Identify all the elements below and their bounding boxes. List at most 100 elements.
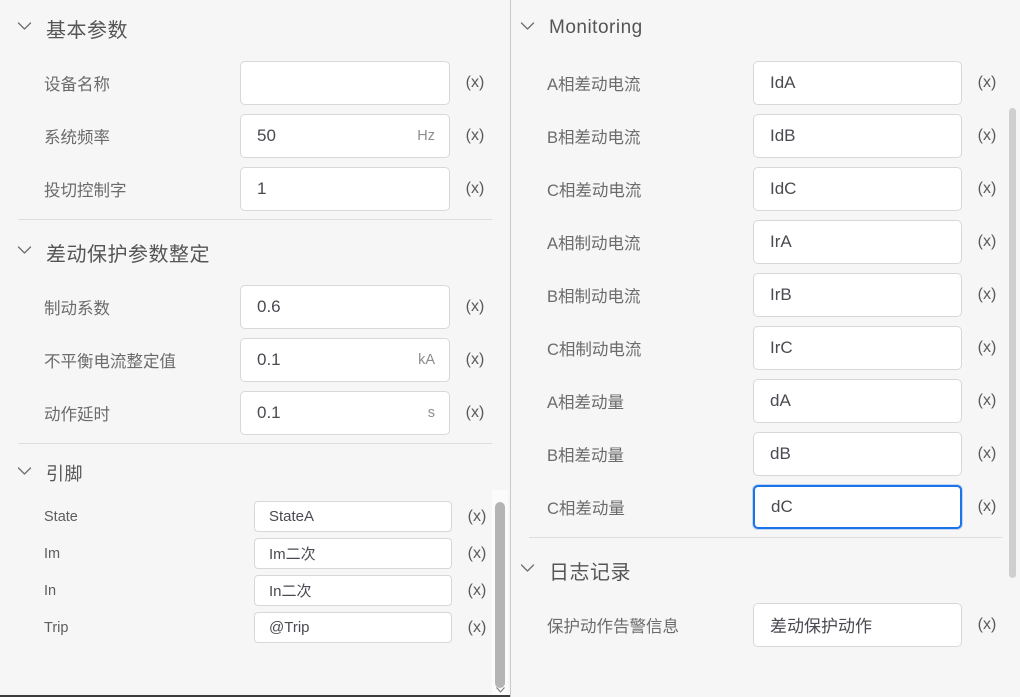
expression-toggle-icon[interactable]: (x): [970, 127, 1004, 145]
chevron-down-icon[interactable]: [520, 21, 535, 36]
property-input-value: dA: [770, 390, 791, 410]
property-input-value: IdC: [770, 178, 797, 198]
scrollbar-thumb[interactable]: [1009, 108, 1016, 578]
property-field-wrapper: IdB (x): [753, 113, 1004, 158]
property-input[interactable]: 1: [240, 166, 450, 211]
property-input-value: IrA: [770, 231, 792, 251]
section-title: 日志记录: [549, 561, 631, 584]
property-input[interactable]: 差动保护动作: [753, 602, 962, 647]
expression-toggle-icon[interactable]: (x): [970, 445, 1004, 463]
property-input[interactable]: 0.1 kA: [240, 337, 450, 382]
expression-toggle-icon[interactable]: (x): [970, 286, 1004, 304]
expression-toggle-icon[interactable]: (x): [970, 180, 1004, 198]
property-unit-label: Hz: [417, 127, 435, 144]
expression-toggle-icon[interactable]: (x): [458, 404, 492, 422]
property-input-value: In二次: [269, 583, 312, 600]
property-row: C相制动电流 IrC (x): [511, 321, 1020, 374]
property-input-value: 差动保护动作: [770, 617, 872, 636]
property-field-wrapper: IrA (x): [753, 219, 1004, 264]
property-label: Trip: [44, 619, 69, 636]
expression-toggle-icon[interactable]: (x): [460, 545, 494, 563]
section-header[interactable]: 差动保护参数整定: [0, 224, 510, 280]
section-header[interactable]: 日志记录: [511, 542, 1020, 598]
section-header[interactable]: Monitoring: [511, 0, 1020, 56]
property-row: 不平衡电流整定值 0.1 kA (x): [0, 333, 510, 386]
property-field-wrapper: 0.1 s (x): [240, 390, 492, 435]
right-panel-scrollbar[interactable]: [1004, 0, 1020, 697]
chevron-down-icon[interactable]: [17, 245, 32, 260]
expression-toggle-icon[interactable]: (x): [458, 180, 492, 198]
expression-toggle-icon[interactable]: (x): [970, 392, 1004, 410]
expression-toggle-icon[interactable]: (x): [460, 582, 494, 600]
section-title: Monitoring: [549, 17, 643, 38]
property-input-value: 0.1: [257, 402, 281, 422]
section-group: 差动保护参数整定 制动系数 0.6 (x) 不平衡电流整定值 0.1 kA (x) 动作延时 0.…: [0, 224, 510, 439]
expression-toggle-icon[interactable]: (x): [458, 74, 492, 92]
property-input[interactable]: IrB: [753, 272, 962, 317]
expression-toggle-icon[interactable]: (x): [970, 339, 1004, 357]
property-row: In In二次 (x): [0, 572, 510, 609]
expression-toggle-icon[interactable]: (x): [458, 298, 492, 316]
property-input-value: IdA: [770, 72, 796, 92]
section-header[interactable]: 引脚: [0, 448, 510, 498]
expression-toggle-icon[interactable]: (x): [458, 127, 492, 145]
property-label: 不平衡电流整定值: [44, 352, 176, 371]
property-label: C相差动电流: [547, 181, 642, 200]
property-input[interactable]: IrA: [753, 219, 962, 264]
property-input[interactable]: [240, 60, 450, 105]
expression-toggle-icon[interactable]: (x): [970, 616, 1004, 634]
property-field-wrapper: (x): [240, 60, 492, 105]
chevron-down-icon[interactable]: [17, 21, 32, 36]
property-row: C相差动量 dC (x): [511, 480, 1020, 533]
section-divider: [18, 443, 492, 444]
property-label: 制动系数: [44, 299, 110, 318]
expression-toggle-icon[interactable]: (x): [970, 233, 1004, 251]
property-input[interactable]: 0.6: [240, 284, 450, 329]
expression-toggle-icon[interactable]: (x): [970, 498, 1004, 516]
property-input[interactable]: IrC: [753, 325, 962, 370]
property-input[interactable]: IdB: [753, 113, 962, 158]
property-field-wrapper: IrC (x): [753, 325, 1004, 370]
property-input[interactable]: dB: [753, 431, 962, 476]
property-input[interactable]: 50 Hz: [240, 113, 450, 158]
property-input-value: dB: [770, 443, 791, 463]
property-input[interactable]: IdA: [753, 60, 962, 105]
property-label: A相差动量: [547, 393, 625, 412]
property-input[interactable]: IdC: [753, 166, 962, 211]
left-panel-scrollbar[interactable]: [492, 490, 508, 697]
expression-toggle-icon[interactable]: (x): [458, 351, 492, 369]
property-row: A相差动电流 IdA (x): [511, 56, 1020, 109]
property-input[interactable]: dC: [753, 484, 962, 529]
expression-toggle-icon[interactable]: (x): [460, 508, 494, 526]
property-label: A相制动电流: [547, 234, 641, 253]
property-input-value: IdB: [770, 125, 796, 145]
property-label: 投切控制字: [44, 181, 127, 200]
property-field-wrapper: 0.1 kA (x): [240, 337, 492, 382]
property-input[interactable]: StateA: [254, 501, 452, 532]
section-title: 引脚: [46, 464, 83, 484]
property-row: Trip @Trip (x): [0, 609, 510, 646]
chevron-down-icon[interactable]: [17, 466, 32, 481]
expression-toggle-icon[interactable]: (x): [460, 619, 494, 637]
property-field-wrapper: dB (x): [753, 431, 1004, 476]
property-row: 设备名称 (x): [0, 56, 510, 109]
expression-toggle-icon[interactable]: (x): [970, 74, 1004, 92]
property-input[interactable]: 0.1 s: [240, 390, 450, 435]
property-field-wrapper: In二次 (x): [254, 575, 494, 606]
property-label: C相制动电流: [547, 340, 642, 359]
property-input-value: @Trip: [269, 619, 310, 636]
property-input[interactable]: In二次: [254, 575, 452, 606]
section-header[interactable]: 基本参数: [0, 0, 510, 56]
property-input[interactable]: @Trip: [254, 612, 452, 643]
section-group: 日志记录 保护动作告警信息 差动保护动作 (x): [511, 542, 1020, 651]
property-input[interactable]: dA: [753, 378, 962, 423]
property-label: In: [44, 582, 57, 599]
property-input-value: dC: [771, 496, 793, 516]
property-label: A相差动电流: [547, 75, 641, 94]
property-row: B相差动量 dB (x): [511, 427, 1020, 480]
property-row: 系统频率 50 Hz (x): [0, 109, 510, 162]
chevron-down-icon[interactable]: [520, 563, 535, 578]
property-input[interactable]: Im二次: [254, 538, 452, 569]
property-label: 系统频率: [44, 128, 110, 147]
scrollbar-thumb[interactable]: [495, 502, 505, 688]
